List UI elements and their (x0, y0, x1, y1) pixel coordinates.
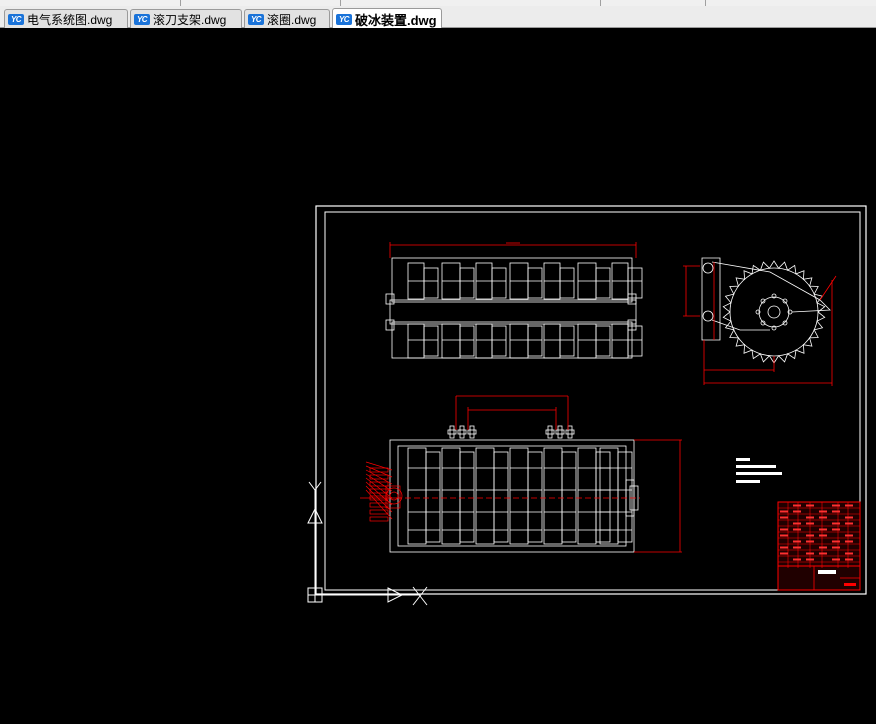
tab-electrical-system[interactable]: YC 电气系统图.dwg (4, 9, 128, 28)
title-block (777, 501, 861, 591)
tab-label: 滚刀支架.dwg (153, 12, 227, 27)
yc-file-icon: YC (336, 13, 352, 25)
drawing-canvas[interactable] (0, 28, 876, 724)
front-view-red-detail (360, 461, 403, 522)
tab-label: 电气系统图.dwg (27, 12, 113, 27)
yc-file-icon: YC (248, 13, 264, 25)
tab-roller-ring[interactable]: YC 滚圈.dwg (244, 9, 330, 28)
front-view-dimensions (396, 395, 682, 553)
tab-label: 破冰装置.dwg (355, 12, 437, 28)
technical-notes-block (736, 458, 782, 483)
tab-cutter-bracket[interactable]: YC 滚刀支架.dwg (130, 9, 242, 28)
cad-drawing (307, 205, 867, 606)
side-view-cutter-disk (683, 257, 837, 386)
ucs-icon (307, 481, 428, 606)
yc-file-icon: YC (8, 13, 24, 25)
document-tab-bar: YC 电气系统图.dwg YC 滚刀支架.dwg YC 滚圈.dwg YC 破冰… (0, 6, 876, 29)
yc-file-icon: YC (134, 13, 150, 25)
tab-label: 滚圈.dwg (267, 12, 317, 27)
top-view-dimension (389, 242, 637, 258)
front-view-roller (389, 425, 639, 553)
tab-ice-breaker[interactable]: YC 破冰装置.dwg (332, 8, 442, 29)
top-view-roller (385, 257, 643, 359)
